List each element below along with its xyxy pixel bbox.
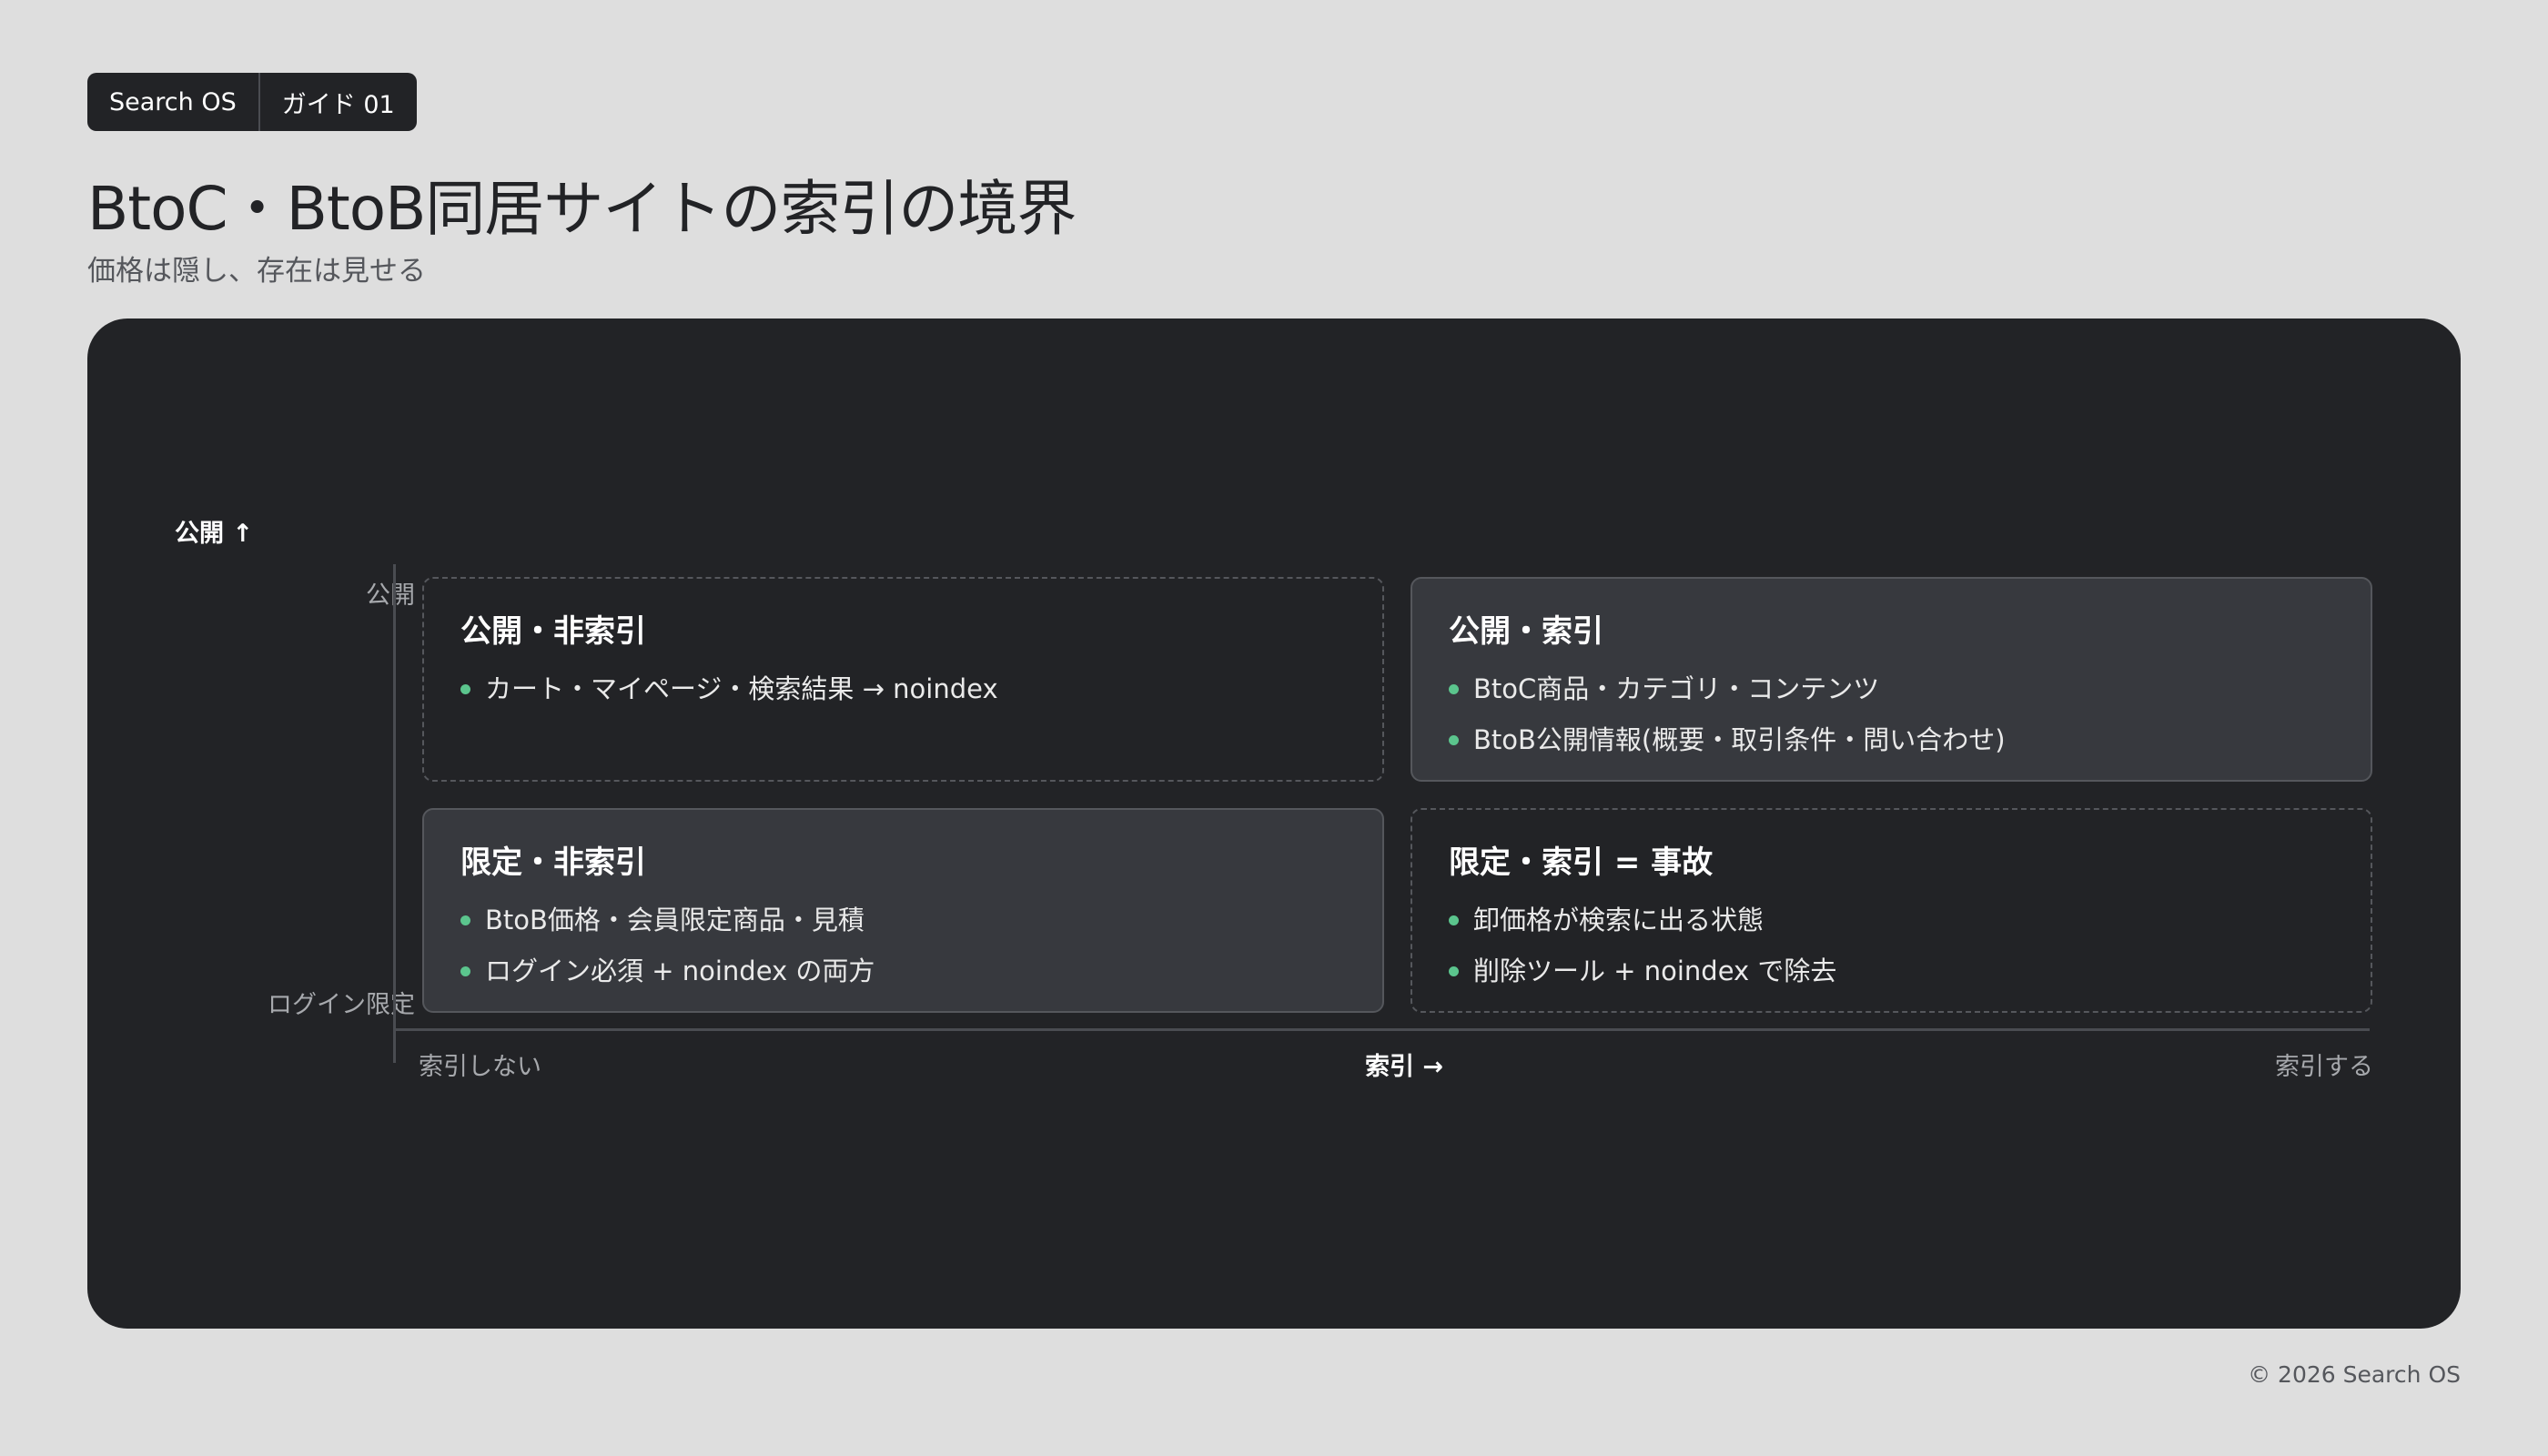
list-item: BtoC商品・カテゴリ・コンテンツ [1449, 663, 2334, 714]
list-item-text: カート・マイページ・検索結果 → noindex [485, 673, 998, 704]
brand-label: Search OS [109, 87, 237, 116]
x-axis-high-label: 索引する [2275, 1053, 2373, 1081]
bullet-dot-icon [1449, 734, 1459, 745]
quadrant-list: 卸価格が検索に出る状態 削除ツール + noindex で除去 [1449, 895, 2334, 996]
list-item: 削除ツール + noindex で除去 [1449, 945, 2334, 996]
x-axis-low-label: 索引しない [419, 1053, 541, 1081]
list-item-text: ログイン必須 + noindex の両方 [485, 956, 875, 986]
copyright-footer: © 2026 Search OS [2248, 1361, 2461, 1388]
list-item-text: BtoB価格・会員限定商品・見積 [485, 905, 864, 935]
bullet-dot-icon [460, 915, 470, 925]
quadrant-title: 限定・索引 = 事故 [1449, 844, 1714, 881]
list-item: ログイン必須 + noindex の両方 [460, 945, 1346, 996]
list-item: 卸価格が検索に出る状態 [1449, 895, 2334, 945]
list-item: カート・マイページ・検索結果 → noindex [460, 663, 1346, 714]
list-item-text: 卸価格が検索に出る状態 [1473, 905, 1764, 935]
x-axis-title: 索引 → [1365, 1053, 1444, 1081]
page-subtitle: 価格は隠し、存在は見せる [87, 255, 426, 288]
quadrant-restricted-noindex: 限定・非索引 BtoB価格・会員限定商品・見積 ログイン必須 + noindex… [422, 808, 1384, 1013]
quadrant-list: BtoC商品・カテゴリ・コンテンツ BtoB公開情報(概要・取引条件・問い合わせ… [1449, 663, 2334, 765]
list-item: BtoB価格・会員限定商品・見積 [460, 895, 1346, 945]
bullet-dot-icon [460, 683, 470, 694]
quadrant-restricted-index-accident: 限定・索引 = 事故 卸価格が検索に出る状態 削除ツール + noindex で… [1410, 808, 2372, 1013]
guide-label: ガイド 01 [281, 90, 395, 119]
y-axis-line [393, 564, 396, 1063]
list-item-text: BtoB公開情報(概要・取引条件・問い合わせ) [1473, 724, 2006, 755]
bullet-dot-icon [460, 966, 470, 976]
quadrant-public-noindex: 公開・非索引 カート・マイページ・検索結果 → noindex [422, 577, 1384, 782]
list-item-text: 削除ツール + noindex で除去 [1473, 956, 1837, 986]
list-item: BtoB公開情報(概要・取引条件・問い合わせ) [1449, 714, 2334, 765]
quadrant-title: 公開・非索引 [460, 613, 646, 650]
list-item-text: BtoC商品・カテゴリ・コンテンツ [1473, 673, 1880, 704]
quadrant-title: 公開・索引 [1449, 613, 1603, 650]
quadrant-public-index: 公開・索引 BtoC商品・カテゴリ・コンテンツ BtoB公開情報(概要・取引条件… [1410, 577, 2372, 782]
quadrant-title: 限定・非索引 [460, 844, 646, 881]
bullet-dot-icon [1449, 966, 1459, 976]
y-axis-title: 公開 ↑ [175, 520, 254, 548]
quadrant-list: BtoB価格・会員限定商品・見積 ログイン必須 + noindex の両方 [460, 895, 1346, 996]
quadrant-list: カート・マイページ・検索結果 → noindex [460, 663, 1346, 714]
matrix-panel: 公開 ↑ 公開 ログイン限定 公開・非索引 カート・マイページ・検索結果 → n… [87, 318, 2461, 1329]
x-axis-line [393, 1028, 2370, 1031]
page-title: BtoC・BtoB同居サイトの索引の境界 [87, 174, 1077, 244]
bullet-dot-icon [1449, 683, 1459, 694]
y-axis-high-label: 公開 [366, 581, 415, 610]
guide-tag: Search OS ガイド 01 [87, 73, 417, 131]
bullet-dot-icon [1449, 915, 1459, 925]
